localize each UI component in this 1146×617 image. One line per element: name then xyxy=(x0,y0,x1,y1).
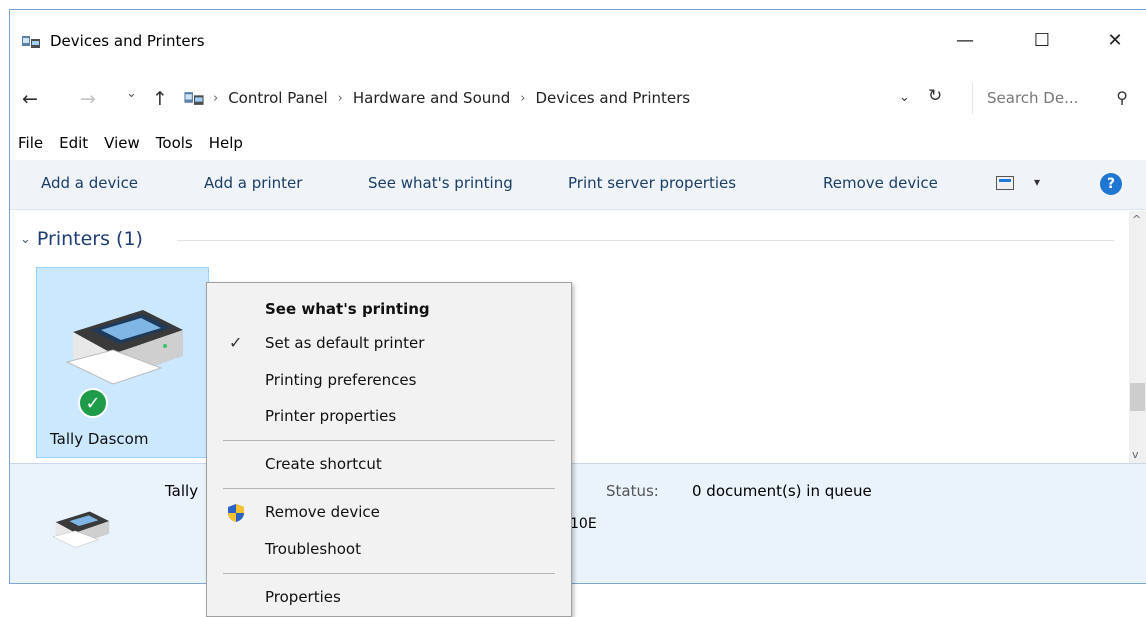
forward-button[interactable]: → xyxy=(80,88,96,110)
minimize-button[interactable]: — xyxy=(945,24,985,56)
ctx-properties[interactable]: Properties xyxy=(265,588,341,606)
command-bar: Add a device Add a printer See what's pr… xyxy=(10,160,1146,210)
search-icon[interactable]: ⚲ xyxy=(1116,88,1128,107)
menu-view[interactable]: View xyxy=(96,134,148,158)
print-server-properties-button[interactable]: Print server properties xyxy=(568,174,736,192)
add-device-button[interactable]: Add a device xyxy=(41,174,138,192)
printers-group-header[interactable]: ⌄ Printers (1) xyxy=(20,228,143,250)
ctx-see-whats-printing[interactable]: See what's printing xyxy=(265,300,430,318)
menu-tools[interactable]: Tools xyxy=(148,134,201,158)
window-title: Devices and Printers xyxy=(50,32,205,50)
devices-content: ⌄ Printers (1) ✓ Tally Dascom xyxy=(10,211,1146,463)
recent-locations-button[interactable]: ⌄ xyxy=(126,86,137,101)
vertical-scrollbar[interactable]: ^ v xyxy=(1129,211,1146,463)
devices-printers-icon xyxy=(22,36,40,48)
scroll-up-icon[interactable]: ^ xyxy=(1132,213,1141,226)
details-pane: Tally Status: 0 document(s) in queue 10E xyxy=(10,463,1146,583)
scroll-down-icon[interactable]: v xyxy=(1132,448,1139,461)
menu-bar: File Edit View Tools Help xyxy=(10,134,251,158)
help-icon[interactable]: ? xyxy=(1100,173,1122,195)
ctx-troubleshoot[interactable]: Troubleshoot xyxy=(265,540,361,558)
devices-and-printers-window: Devices and Printers — ☐ ✕ ← → ⌄ ↑ › Con… xyxy=(9,9,1146,584)
printer-tile[interactable]: ✓ Tally Dascom xyxy=(36,267,209,458)
crumb-hardware-and-sound[interactable]: Hardware and Sound xyxy=(353,89,510,107)
title-bar: Devices and Printers — ☐ ✕ xyxy=(10,10,1146,68)
devices-printers-icon xyxy=(184,91,204,105)
address-dropdown-icon[interactable]: ⌄ xyxy=(899,90,910,105)
address-row: ← → ⌄ ↑ › Control Panel › Hardware and S… xyxy=(10,82,1146,114)
menu-edit[interactable]: Edit xyxy=(51,134,96,158)
maximize-button[interactable]: ☐ xyxy=(1022,24,1062,56)
ctx-printer-properties[interactable]: Printer properties xyxy=(265,407,396,425)
details-model: 10E xyxy=(570,516,597,532)
ctx-create-shortcut[interactable]: Create shortcut xyxy=(265,455,382,473)
group-divider xyxy=(177,240,1114,241)
search-placeholder: Search De... xyxy=(987,89,1079,107)
breadcrumb[interactable]: › Control Panel › Hardware and Sound › D… xyxy=(184,82,690,114)
view-dropdown-icon[interactable]: ▾ xyxy=(1034,175,1040,189)
breadcrumb-separator: › xyxy=(337,90,343,106)
refresh-icon[interactable]: ↻ xyxy=(928,86,942,106)
see-whats-printing-button[interactable]: See what's printing xyxy=(368,174,513,192)
details-status-label: Status: xyxy=(606,482,659,500)
collapse-chevron-icon[interactable]: ⌄ xyxy=(20,232,31,247)
crumb-devices-and-printers[interactable]: Devices and Printers xyxy=(536,89,691,107)
back-button[interactable]: ← xyxy=(22,88,38,110)
shield-icon xyxy=(228,504,244,522)
ctx-printing-preferences[interactable]: Printing preferences xyxy=(265,371,416,389)
checkmark-icon: ✓ xyxy=(229,333,243,352)
up-button[interactable]: ↑ xyxy=(152,88,168,110)
printer-thumbnail-icon xyxy=(52,511,110,548)
scroll-thumb[interactable] xyxy=(1130,383,1145,411)
default-printer-check-icon: ✓ xyxy=(78,388,108,418)
breadcrumb-separator: › xyxy=(520,90,526,106)
ctx-set-default-printer[interactable]: Set as default printer xyxy=(265,334,424,352)
remove-device-button[interactable]: Remove device xyxy=(823,174,938,192)
menu-separator xyxy=(223,440,555,441)
details-device-name: Tally xyxy=(165,482,199,500)
menu-help[interactable]: Help xyxy=(201,134,251,158)
change-view-icon[interactable] xyxy=(996,176,1014,190)
close-button[interactable]: ✕ xyxy=(1095,24,1135,56)
crumb-control-panel[interactable]: Control Panel xyxy=(228,89,327,107)
ctx-remove-device[interactable]: Remove device xyxy=(265,503,380,521)
group-title: Printers (1) xyxy=(36,228,143,250)
printer-name: Tally Dascom xyxy=(50,430,149,448)
printer-icon xyxy=(65,310,183,385)
context-menu: See what's printing ✓ Set as default pri… xyxy=(206,282,572,617)
menu-separator xyxy=(223,488,555,489)
details-status-value: 0 document(s) in queue xyxy=(692,482,872,500)
add-printer-button[interactable]: Add a printer xyxy=(204,174,302,192)
search-input[interactable]: Search De... ⚲ xyxy=(972,82,1142,114)
menu-file[interactable]: File xyxy=(10,134,51,158)
breadcrumb-separator: › xyxy=(213,90,219,106)
menu-separator xyxy=(223,573,555,574)
